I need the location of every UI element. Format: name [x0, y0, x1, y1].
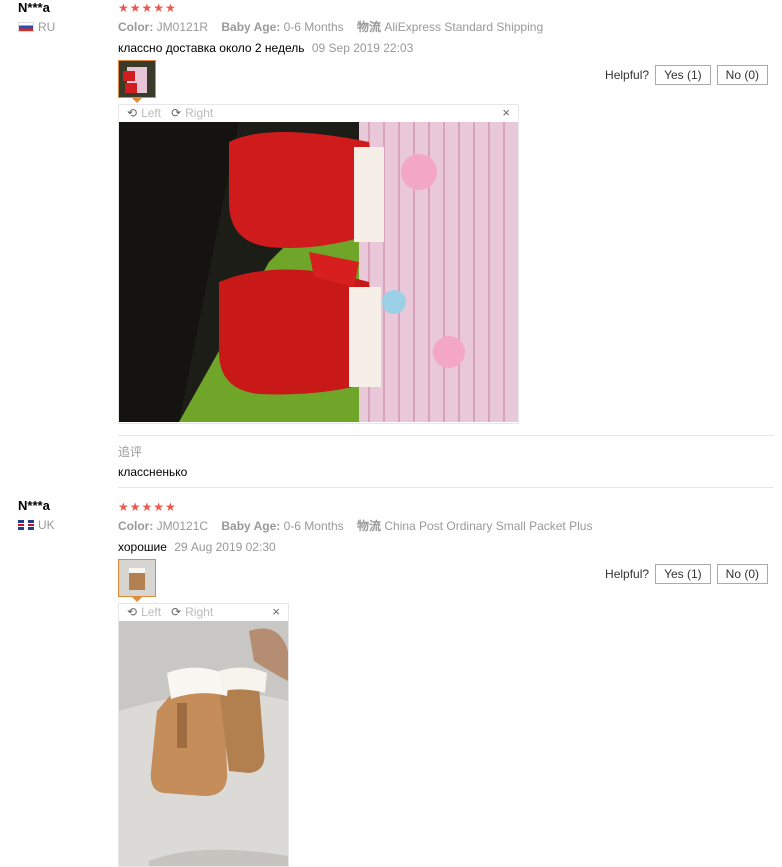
photo-viewer-toolbar: ⟲ Left ⟳ Right × [119, 604, 288, 620]
country-code: UK [38, 518, 55, 532]
review-photo-large [119, 122, 518, 422]
helpful-label: Helpful? [605, 68, 650, 82]
rotate-left-label[interactable]: Left [141, 605, 161, 619]
review-photo-thumbnail[interactable] [118, 559, 156, 597]
divider [118, 435, 774, 436]
reviewer-country: UK [18, 518, 55, 532]
color-label: Color: [118, 519, 154, 533]
color-value: JM0121C [156, 519, 209, 533]
review-1: N***a RU ★★★★★ Color: JM0121R Baby Age: … [0, 0, 782, 488]
reviewer-name: N***a [18, 498, 50, 513]
photo-viewer-toolbar: ⟲ Left ⟳ Right × [119, 105, 518, 121]
shipping-label: 物流 [357, 519, 382, 533]
helpful-no-button[interactable]: No (0) [716, 65, 768, 85]
baby-age-label: Baby Age: [221, 519, 281, 533]
helpful-controls: Helpful? Yes (1) No (0) [605, 65, 768, 85]
rotate-left-icon[interactable]: ⟲ [127, 605, 137, 619]
close-icon[interactable]: × [272, 604, 280, 620]
order-attributes: Color: JM0121C Baby Age: 0-6 Months 物流 C… [118, 517, 768, 534]
rotate-right-icon[interactable]: ⟳ [171, 106, 181, 120]
thumbnail-image [119, 61, 155, 97]
thumbnail-pointer [132, 98, 142, 103]
close-icon[interactable]: × [502, 105, 510, 121]
star-rating: ★★★★★ [118, 1, 177, 15]
color-value: JM0121R [156, 20, 209, 34]
russia-flag-icon [18, 22, 34, 32]
helpful-label: Helpful? [605, 567, 650, 581]
baby-age-label: Baby Age: [221, 20, 281, 34]
rotate-left-label[interactable]: Left [141, 106, 161, 120]
baby-age-value: 0-6 Months [283, 20, 344, 34]
review-photo-large [119, 621, 288, 866]
additional-review-label: 追评 [118, 445, 143, 459]
baby-age-value: 0-6 Months [283, 519, 344, 533]
color-label: Color: [118, 20, 154, 34]
helpful-yes-button[interactable]: Yes (1) [655, 564, 711, 584]
rotate-left-icon[interactable]: ⟲ [127, 106, 137, 120]
review-date: 29 Aug 2019 02:30 [174, 540, 276, 554]
review-photo-thumbnail[interactable] [118, 60, 156, 98]
review-text: хорошие 29 Aug 2019 02:30 [118, 540, 768, 554]
uk-flag-icon [18, 520, 34, 530]
shipping-label: 物流 [357, 20, 382, 34]
review-2: N***a UK ★★★★★ Color: JM0121C Baby Age: … [0, 498, 782, 867]
photo-viewer: ⟲ Left ⟳ Right × [118, 603, 289, 867]
thumbnail-pointer [132, 597, 142, 602]
reviewer-name: N***a [18, 0, 50, 15]
feedback-text: хорошие [118, 540, 167, 554]
shipping-value: China Post Ordinary Small Packet Plus [384, 519, 593, 533]
thumbnail-image [119, 560, 155, 596]
country-code: RU [38, 20, 56, 34]
rotate-right-icon[interactable]: ⟳ [171, 605, 181, 619]
reviewer-country: RU [18, 20, 55, 34]
photo-viewer: ⟲ Left ⟳ Right × [118, 104, 519, 424]
helpful-no-button[interactable]: No (0) [716, 564, 768, 584]
review-date: 09 Sep 2019 22:03 [311, 41, 414, 55]
rotate-right-label[interactable]: Right [185, 605, 213, 619]
feedback-text: классно доставка около 2 недель [118, 41, 305, 55]
review-text: классно доставка около 2 недель 09 Sep 2… [118, 41, 768, 55]
review-divider [118, 487, 774, 488]
rotate-right-label[interactable]: Right [185, 106, 213, 120]
star-rating: ★★★★★ [118, 500, 177, 514]
additional-review-text: классненько [118, 465, 188, 479]
helpful-controls: Helpful? Yes (1) No (0) [605, 564, 768, 584]
order-attributes: Color: JM0121R Baby Age: 0-6 Months 物流 A… [118, 18, 768, 35]
helpful-yes-button[interactable]: Yes (1) [655, 65, 711, 85]
shipping-value: AliExpress Standard Shipping [384, 20, 544, 34]
